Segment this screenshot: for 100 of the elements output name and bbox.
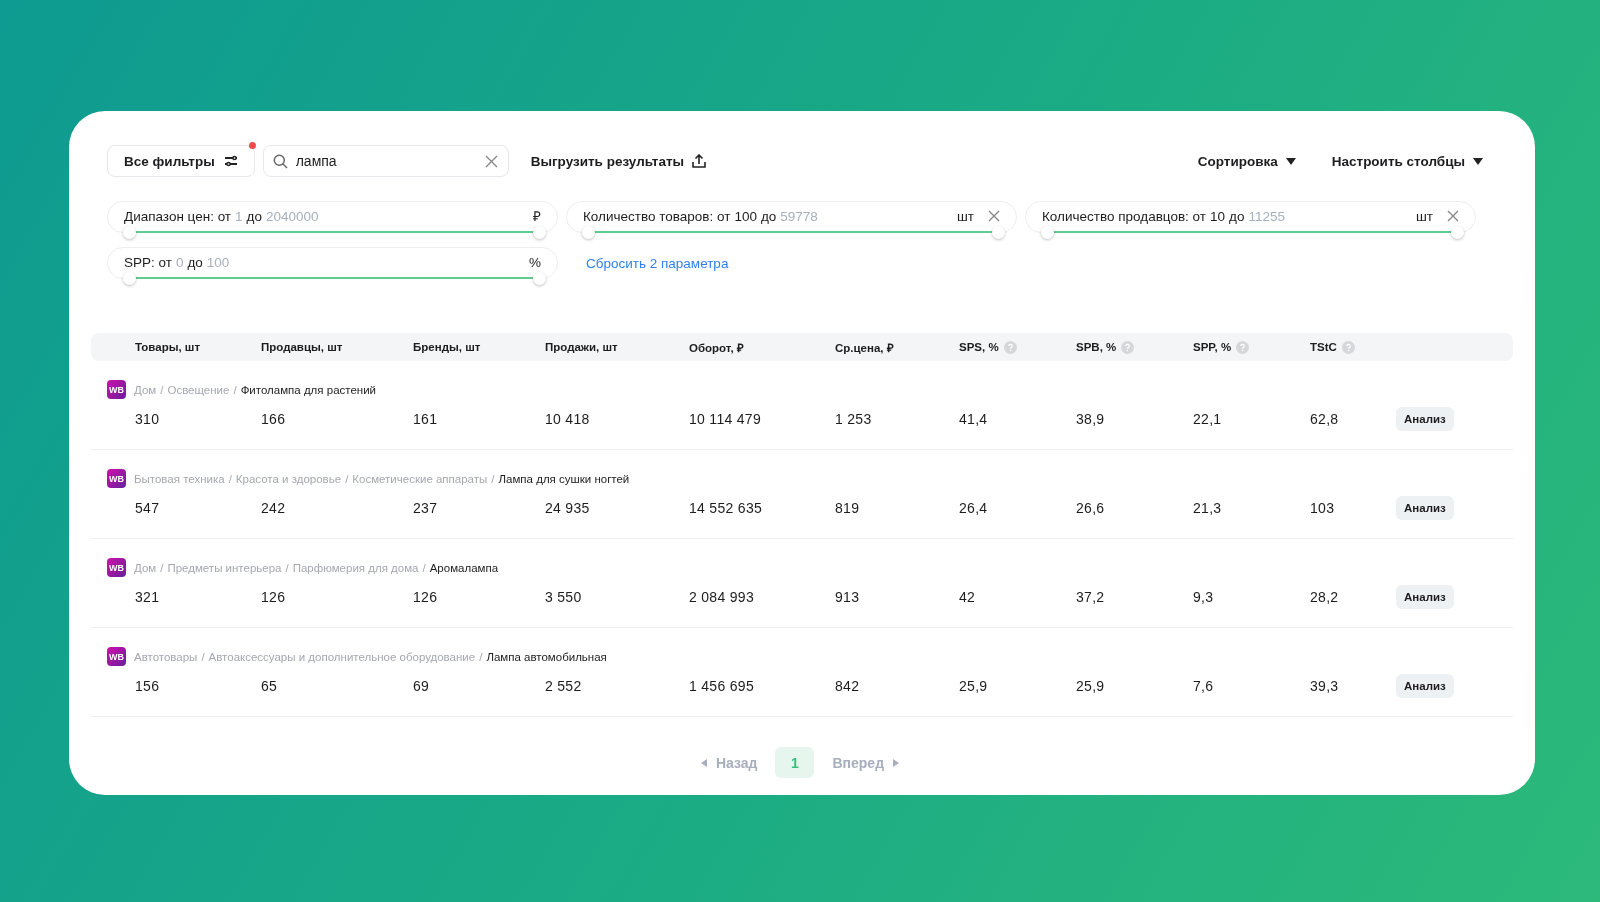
category-path[interactable]: Дом / Освещение / Фитолампа для растений — [134, 383, 377, 396]
table-cell-text: 242 — [261, 500, 287, 516]
marketplace-badge: WB — [107, 380, 126, 399]
slider-thumb[interactable] — [123, 272, 136, 285]
from-value: 1 — [235, 208, 243, 224]
slider-thumb[interactable] — [582, 226, 595, 239]
columns-dropdown[interactable]: Настроить столбцы — [1317, 145, 1497, 177]
to-value: 59778 — [780, 208, 818, 224]
analysis-button[interactable]: Анализ — [1396, 674, 1454, 698]
close-icon[interactable] — [988, 210, 1000, 222]
to-label: до — [187, 254, 203, 270]
sort-dropdown[interactable]: Сортировка — [1183, 145, 1310, 177]
to-label: до — [1229, 208, 1245, 224]
help-icon[interactable] — [1121, 340, 1135, 354]
table-cell-text: 819 — [835, 500, 861, 516]
slider-thumb[interactable] — [533, 272, 546, 285]
from-value: 100 — [734, 208, 757, 224]
column-header: TStC — [1310, 341, 1337, 353]
slider-thumb[interactable] — [1041, 226, 1054, 239]
filter-label: Количество товаров: от — [583, 208, 731, 224]
table-cell-text: 842 — [835, 678, 861, 694]
table-cell-text: 41,4 — [959, 411, 989, 427]
filter-label: Диапазон цен: от — [124, 208, 232, 224]
table-cell-text: 547 — [135, 500, 161, 516]
help-icon[interactable] — [1236, 340, 1250, 354]
reset-filters-link[interactable]: Сбросить 2 параметра — [586, 255, 729, 271]
table-cell-text: 1 253 — [835, 411, 873, 427]
table-cell-text: 126 — [413, 589, 439, 605]
table-cell-text: 156 — [135, 678, 161, 694]
column-header: SPS, % — [959, 341, 999, 353]
slider-thumb[interactable] — [992, 226, 1005, 239]
to-value: 100 — [206, 254, 230, 270]
filter-label: Количество продавцов: от — [1042, 208, 1206, 224]
unit-label: шт — [957, 208, 974, 224]
search-field[interactable]: лампа — [262, 145, 509, 177]
caret-icon — [1285, 157, 1296, 165]
column-header: Бренды, шт — [413, 341, 481, 353]
all-filters-button[interactable]: Все фильтры — [107, 145, 255, 177]
table-cell-text: 25,9 — [1076, 678, 1106, 694]
table-cell-text: 65 — [261, 678, 279, 694]
export-button[interactable]: Выгрузить результаты — [516, 145, 721, 177]
table-cell-text: 2 084 993 — [689, 589, 755, 605]
table-cell-text: 3 550 — [545, 589, 583, 605]
help-icon[interactable] — [1003, 340, 1017, 354]
left-triangle-icon — [700, 758, 707, 767]
help-icon[interactable] — [1341, 340, 1355, 354]
clear-icon[interactable] — [484, 155, 498, 168]
table-cell-text: 37,2 — [1076, 589, 1106, 605]
table-cell-text: 10 114 479 — [689, 411, 763, 427]
close-icon[interactable] — [1447, 210, 1459, 222]
table-cell-text: 26,6 — [1076, 500, 1106, 516]
to-label: до — [760, 208, 777, 224]
marketplace-badge: WB — [107, 469, 126, 488]
to-value: 11255 — [1248, 208, 1285, 224]
table-cell-text: 913 — [835, 589, 861, 605]
unit-label: ₽ — [533, 208, 541, 225]
table-cell-text: 21,3 — [1193, 500, 1223, 516]
table-cell-text: 9,3 — [1193, 589, 1215, 605]
category-path[interactable]: Бытовая техника / Красота и здоровье / Косметические аппараты / Лампа для сушки ногтей — [134, 472, 630, 485]
table-cell-text: 1 456 695 — [689, 678, 755, 694]
column-header: Оборот, ₽ — [689, 340, 744, 355]
to-value: 2040000 — [265, 208, 319, 224]
column-header: SPB, % — [1076, 341, 1117, 353]
analysis-button[interactable]: Анализ — [1396, 407, 1454, 431]
column-header: Продавцы, шт — [261, 341, 343, 353]
slider-thumb[interactable] — [533, 226, 546, 239]
caret-icon — [1473, 157, 1483, 165]
table-cell-text: 126 — [261, 589, 287, 605]
table-cell-text: 24 935 — [545, 500, 591, 516]
unit-label: % — [529, 254, 541, 270]
column-header: Ср.цена, ₽ — [835, 340, 894, 355]
column-header: Товары, шт — [135, 341, 201, 353]
table-cell-text: 7,6 — [1193, 678, 1215, 694]
column-header: SPP, % — [1193, 341, 1232, 353]
analysis-button[interactable]: Анализ — [1396, 496, 1454, 520]
column-header: Продажи, шт — [545, 341, 618, 353]
slider-thumb[interactable] — [1451, 226, 1464, 239]
category-path[interactable]: Автотовары / Автоаксессуары и дополнительное оборудование / Лампа автомобильная — [134, 650, 607, 663]
table-cell-text: 14 552 635 — [689, 500, 764, 516]
table-cell-text: 166 — [261, 411, 287, 427]
analysis-button[interactable]: Анализ — [1396, 585, 1454, 609]
filter-label: SPP: от — [124, 254, 172, 270]
slider-thumb[interactable] — [123, 226, 136, 239]
upload-icon — [692, 154, 707, 168]
category-path[interactable]: Дом / Предметы интерьера / Парфюмерия для дома / Аромалампа — [134, 561, 499, 574]
marketplace-badge: WB — [107, 647, 126, 666]
from-value: 10 — [1210, 208, 1226, 224]
from-value: 0 — [175, 254, 184, 270]
table-cell-text: 69 — [413, 678, 431, 694]
right-triangle-icon — [893, 758, 900, 767]
table-cell-text: 25,9 — [959, 678, 989, 694]
table-cell-text: 2 552 — [545, 678, 583, 694]
table-cell-text: 161 — [413, 411, 439, 427]
to-label: до — [246, 208, 262, 224]
sliders-icon — [223, 155, 238, 167]
table-cell-text: 22,1 — [1193, 411, 1223, 427]
unit-label: шт — [1416, 208, 1433, 224]
table-cell-text: 237 — [413, 500, 439, 516]
table-cell-text: 26,4 — [959, 500, 989, 516]
marketplace-badge: WB — [107, 558, 126, 577]
